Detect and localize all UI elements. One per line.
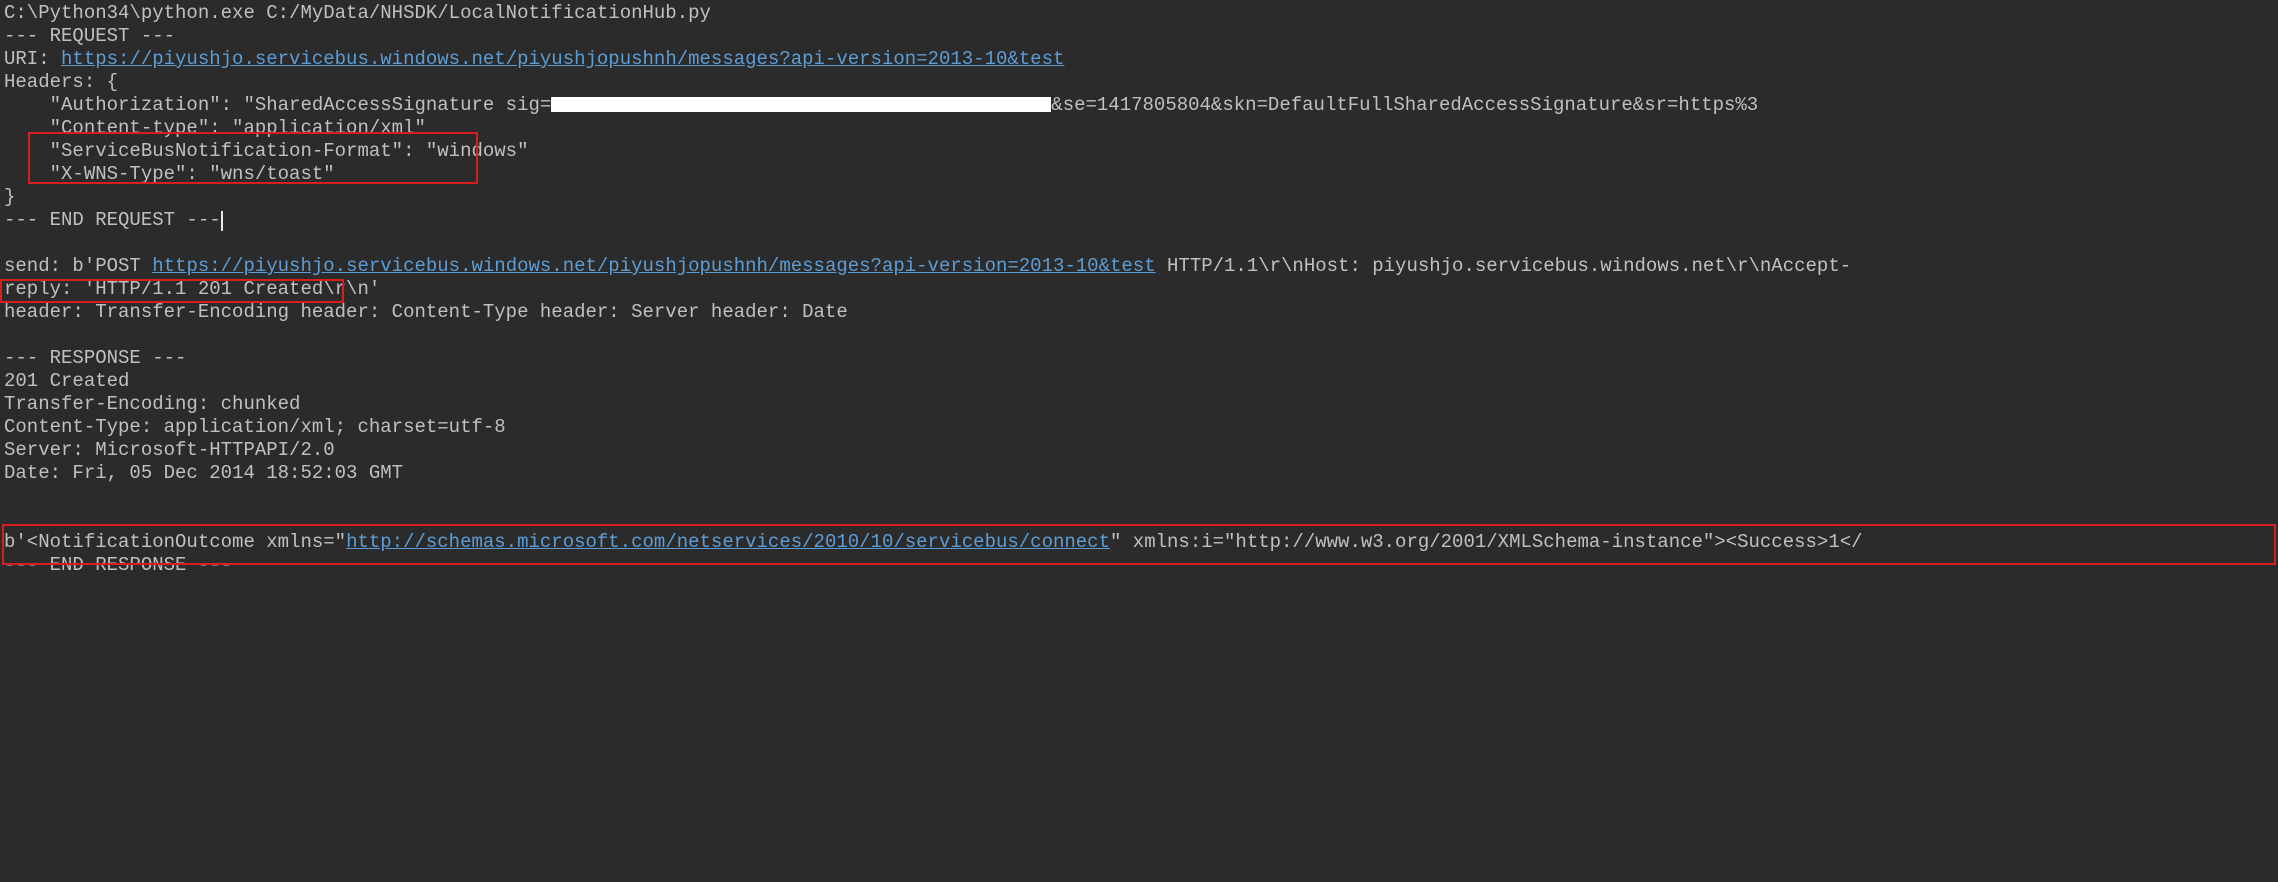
blank-line-1 bbox=[4, 232, 2274, 255]
send-pre: send: b'POST bbox=[4, 255, 152, 277]
auth-pre: "Authorization": "SharedAccessSignature … bbox=[4, 94, 551, 116]
headers-open: Headers: { bbox=[4, 71, 2274, 94]
uri-label: URI: bbox=[4, 48, 61, 70]
send-link[interactable]: https://piyushjo.servicebus.windows.net/… bbox=[152, 255, 1155, 277]
reply-line: reply: 'HTTP/1.1 201 Created\r\n' bbox=[4, 278, 2274, 301]
send-line: send: b'POST https://piyushjo.servicebus… bbox=[4, 255, 2274, 278]
response-transfer-encoding: Transfer-Encoding: chunked bbox=[4, 393, 2274, 416]
uri-line: URI: https://piyushjo.servicebus.windows… bbox=[4, 48, 2274, 71]
header-summary-line: header: Transfer-Encoding header: Conten… bbox=[4, 301, 2274, 324]
request-start: --- REQUEST --- bbox=[4, 25, 2274, 48]
response-content-type: Content-Type: application/xml; charset=u… bbox=[4, 416, 2274, 439]
body-pre: b'<NotificationOutcome xmlns=" bbox=[4, 531, 346, 553]
request-end: --- END REQUEST --- bbox=[4, 209, 221, 231]
blank-line-4 bbox=[4, 508, 2274, 531]
request-end-line: --- END REQUEST --- bbox=[4, 209, 2274, 232]
command-line: C:\Python34\python.exe C:/MyData/NHSDK/L… bbox=[4, 2, 2274, 25]
response-end: --- END RESPONSE --- bbox=[4, 554, 2274, 577]
blank-line-3 bbox=[4, 485, 2274, 508]
content-type-header: "Content-type": "application/xml" bbox=[4, 117, 2274, 140]
response-status: 201 Created bbox=[4, 370, 2274, 393]
body-schema-link[interactable]: http://schemas.microsoft.com/netservices… bbox=[346, 531, 1110, 553]
sb-format-header: "ServiceBusNotification-Format": "window… bbox=[4, 140, 2274, 163]
send-post: HTTP/1.1\r\nHost: piyushjo.servicebus.wi… bbox=[1156, 255, 1852, 277]
auth-post: &se=1417805804&skn=DefaultFullSharedAcce… bbox=[1051, 94, 1758, 116]
wns-type-header: "X-WNS-Type": "wns/toast" bbox=[4, 163, 2274, 186]
headers-close: } bbox=[4, 186, 2274, 209]
response-server: Server: Microsoft-HTTPAPI/2.0 bbox=[4, 439, 2274, 462]
text-cursor bbox=[221, 211, 223, 231]
auth-header-line: "Authorization": "SharedAccessSignature … bbox=[4, 94, 2274, 117]
redacted-signature bbox=[551, 97, 1051, 112]
response-date: Date: Fri, 05 Dec 2014 18:52:03 GMT bbox=[4, 462, 2274, 485]
response-body-line: b'<NotificationOutcome xmlns="http://sch… bbox=[4, 531, 2274, 554]
uri-link[interactable]: https://piyushjo.servicebus.windows.net/… bbox=[61, 48, 1064, 70]
body-post: " xmlns:i="http://www.w3.org/2001/XMLSch… bbox=[1110, 531, 1863, 553]
blank-line-2 bbox=[4, 324, 2274, 347]
response-start: --- RESPONSE --- bbox=[4, 347, 2274, 370]
